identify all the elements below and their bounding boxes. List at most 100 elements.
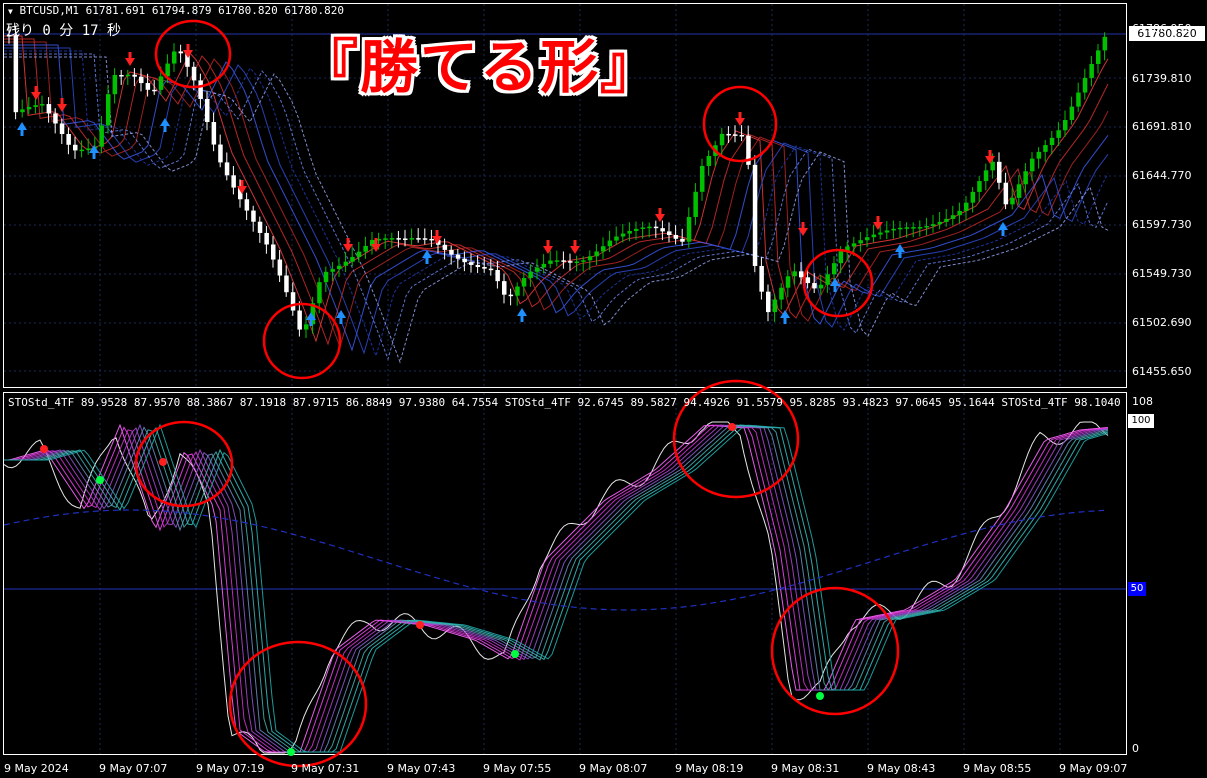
candle-body: [924, 225, 929, 228]
chart-window[interactable]: ▼ BTCUSD,M1 61781.691 61794.879 61780.82…: [0, 0, 1207, 778]
candle-body: [297, 310, 302, 330]
buy-arrow-icon: [160, 118, 170, 132]
candle-body: [59, 123, 65, 134]
candle-body: [970, 191, 976, 203]
candle-body: [350, 256, 355, 262]
candle-body: [442, 244, 448, 250]
candle-body: [251, 210, 256, 222]
candle-body: [667, 231, 672, 236]
candle-body: [224, 162, 230, 176]
candle-body: [865, 237, 870, 241]
candle-body: [535, 267, 540, 272]
candle-body: [1036, 151, 1042, 159]
candle-body: [772, 299, 778, 313]
candle-body: [356, 251, 362, 257]
candle-body: [726, 133, 731, 136]
candle-body: [752, 164, 758, 266]
price-label: 61502.690: [1132, 316, 1192, 329]
dropdown-triangle-icon[interactable]: ▼: [8, 7, 13, 16]
candle-body: [119, 74, 124, 77]
price-label: 61644.770: [1132, 169, 1192, 182]
candle-body: [1063, 119, 1068, 131]
candle-body: [429, 238, 434, 241]
candle-body: [422, 238, 428, 240]
price-label: 61739.810: [1132, 72, 1192, 85]
candle-body: [396, 238, 401, 240]
candle-body: [825, 274, 830, 285]
osc-axis-top: 108: [1132, 395, 1153, 408]
candle-body: [264, 232, 269, 245]
symbol-header-text: BTCUSD,M1 61781.691 61794.879 61780.820 …: [19, 4, 344, 17]
candle-body: [1043, 145, 1048, 152]
buy-arrow-icon: [517, 308, 527, 322]
candle-body: [33, 105, 38, 107]
candle-body: [172, 51, 177, 64]
candle-body: [904, 227, 910, 229]
candle-body: [838, 251, 844, 264]
osc-axis-bottom: 0: [1132, 742, 1139, 755]
candle-body: [20, 109, 25, 113]
price-label: 61786.950: [1132, 22, 1192, 35]
candle-body: [785, 276, 791, 288]
candle-body: [145, 83, 151, 90]
candle-body: [178, 51, 184, 54]
candle-body: [719, 133, 725, 146]
candle-body: [660, 228, 665, 232]
candle-body: [680, 238, 685, 242]
osc-level-100: 100: [1128, 414, 1154, 428]
candle-body: [1049, 137, 1055, 146]
candle-body: [475, 264, 481, 268]
symbol-header: ▼ BTCUSD,M1 61781.691 61794.879 61780.82…: [8, 4, 344, 17]
candle-body: [40, 104, 45, 106]
candle-body: [950, 215, 956, 219]
candle-body: [330, 269, 335, 272]
candle-body: [290, 292, 296, 311]
candle-body: [640, 227, 646, 229]
candle-body: [884, 230, 890, 233]
candle-body: [1030, 158, 1035, 172]
price-label: 61597.730: [1132, 218, 1192, 231]
candle-body: [818, 284, 824, 289]
candle-body: [792, 271, 797, 277]
candle-body: [323, 271, 329, 283]
candle-body: [455, 254, 461, 259]
candle-body: [601, 246, 606, 252]
buy-arrow-icon: [998, 222, 1008, 236]
time-label: 9 May 07:55: [483, 762, 552, 775]
candle-body: [832, 263, 837, 275]
candle-body: [1056, 130, 1061, 138]
candle-body: [700, 165, 705, 192]
candle-body: [878, 232, 883, 235]
candle-body: [693, 191, 698, 217]
candle-body: [502, 281, 507, 295]
osc-level-50: 50: [1128, 582, 1146, 596]
candle-body: [231, 175, 236, 188]
candle-body: [73, 144, 78, 151]
candle-body: [363, 245, 368, 252]
price-label: 61455.650: [1132, 365, 1192, 378]
candle-body: [858, 240, 863, 244]
candle-body: [799, 271, 804, 278]
candle-body: [1023, 171, 1028, 185]
candle-body: [528, 271, 533, 279]
time-label: 9 May 07:31: [291, 762, 360, 775]
banner-title: 『勝てる形』: [300, 33, 661, 101]
candle-body: [805, 277, 811, 284]
sell-arrow-icon: [735, 112, 745, 126]
candle-body: [1082, 77, 1088, 93]
candle-body: [191, 66, 197, 81]
candle-body: [66, 133, 71, 145]
signal-dot: [40, 445, 48, 453]
candle-body: [515, 286, 520, 296]
higher-tf-stochastic-line: [3, 509, 1105, 611]
candle-body: [1016, 184, 1022, 198]
time-label: 9 May 08:43: [867, 762, 936, 775]
candle-body: [977, 181, 982, 192]
signal-dot: [416, 621, 424, 629]
candle-body: [482, 267, 487, 269]
price-label: 61691.810: [1132, 120, 1192, 133]
candle-body: [449, 249, 454, 255]
candle-body: [205, 98, 210, 123]
candle-body: [1003, 182, 1009, 205]
buy-arrow-icon: [895, 244, 905, 258]
